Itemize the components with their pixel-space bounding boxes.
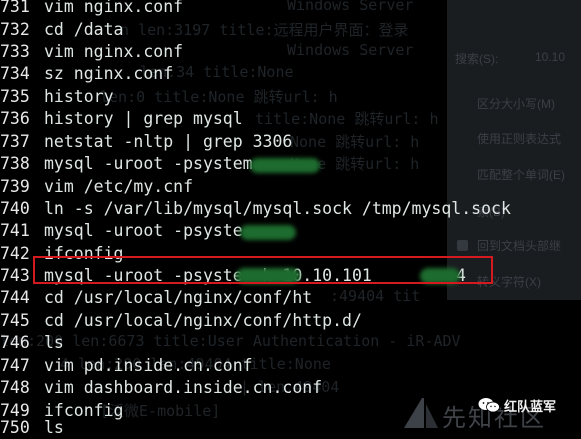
command-text: ln -s /var/lib/mysql/mysql.sock /tmp/mys… [44, 199, 511, 218]
command-text: vim nginx.conf [44, 42, 184, 61]
brand-name: 红队蓝军 [504, 399, 557, 414]
command-text: sz nginx.conf [44, 64, 174, 83]
line-number: 747 [0, 356, 30, 375]
line-number: 732 [0, 20, 30, 39]
command-text: cd /usr/local/nginx/conf/ht [44, 288, 313, 307]
command-text: mysql -uroot -psyste [44, 221, 243, 240]
line-number: 738 [0, 154, 30, 173]
command-text: mysql -uroot -psystem [44, 154, 253, 173]
command-text: vim /etc/my.cnf [44, 177, 194, 196]
line-number: 735 [0, 87, 30, 106]
command-text: history | grep mysql [44, 109, 243, 128]
line-number: 736 [0, 109, 30, 128]
command-text: netstat -nltp | grep 3306 [44, 132, 293, 151]
line-number: 750 [0, 418, 30, 437]
command-text: vim nginx.conf [44, 0, 184, 16]
command-text: cd /usr/local/nginx/conf/http.d/ [44, 311, 362, 330]
wechat-icon [478, 398, 500, 413]
line-number: 731 [0, 0, 30, 16]
xianzhi-logo-icon [404, 398, 438, 428]
line-number: 741 [0, 221, 30, 240]
line-number: 733 [0, 42, 30, 61]
line-number: 748 [0, 378, 30, 397]
line-number: 744 [0, 288, 30, 307]
terminal-history: 731 vim nginx.conf 732 cd /data 733 vim … [0, 0, 581, 437]
line-number: 746 [0, 333, 30, 352]
redaction-blur [240, 225, 296, 240]
redaction-blur [250, 158, 320, 173]
command-text: vim dashboard.inside.cn.conf [44, 378, 323, 397]
command-text: history [44, 87, 114, 106]
command-text: vim pd.inside.cn.conf [44, 356, 253, 375]
highlight-box [33, 256, 493, 284]
command-text: ls [44, 418, 64, 437]
line-number: 734 [0, 64, 30, 83]
line-number: 737 [0, 132, 30, 151]
line-number: 739 [0, 177, 30, 196]
command-text: cd /data [44, 20, 124, 39]
line-number: 745 [0, 311, 30, 330]
line-number: 740 [0, 199, 30, 218]
command-text: ls [44, 333, 64, 352]
